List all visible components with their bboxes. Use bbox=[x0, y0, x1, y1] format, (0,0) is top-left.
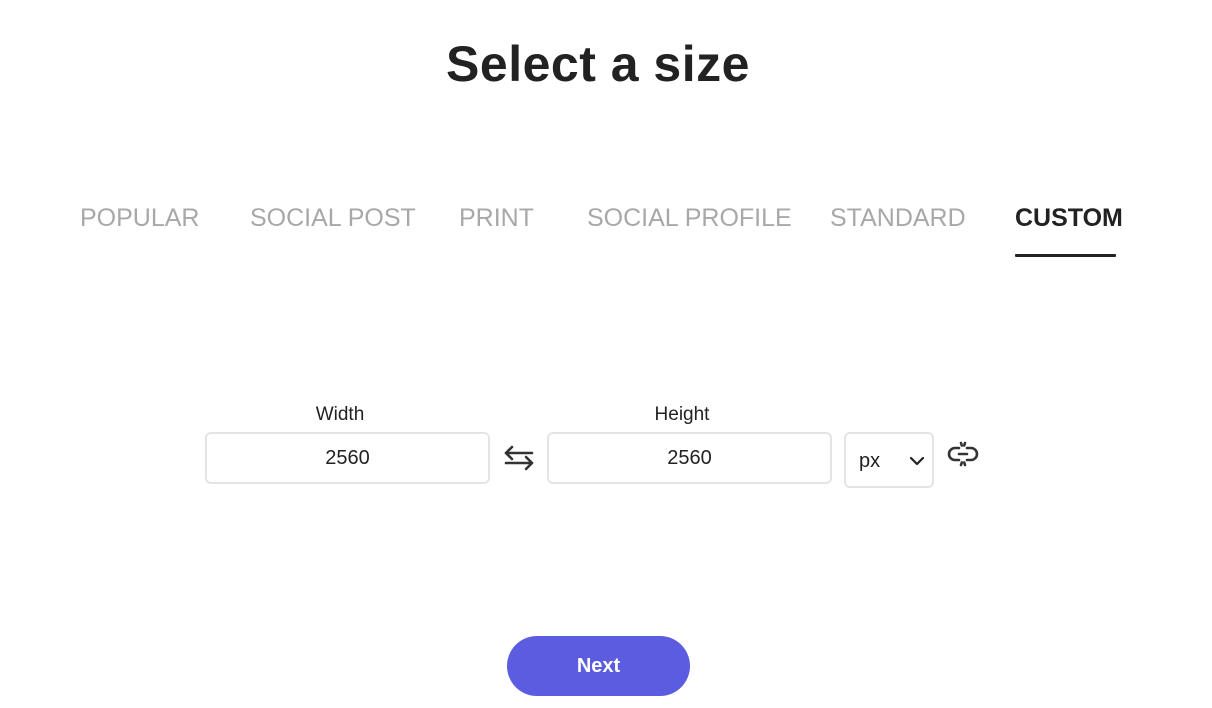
page-title: Select a size bbox=[446, 36, 750, 92]
tab-popular[interactable]: POPULAR bbox=[80, 200, 199, 236]
select-size-page: Select a size POPULAR SOCIAL POST PRINT … bbox=[0, 0, 1212, 708]
tab-social-profile[interactable]: SOCIAL PROFILE bbox=[587, 200, 792, 236]
unit-dropdown[interactable]: px bbox=[844, 432, 934, 488]
height-label: Height bbox=[654, 404, 710, 425]
tab-custom[interactable]: CUSTOM bbox=[1015, 200, 1123, 236]
chevron-down-icon bbox=[909, 456, 925, 466]
next-button[interactable]: Next bbox=[507, 636, 690, 696]
tab-social-post[interactable]: SOCIAL POST bbox=[250, 200, 416, 236]
active-tab-indicator bbox=[1015, 254, 1116, 257]
size-category-tabs: POPULAR SOCIAL POST PRINT SOCIAL PROFILE… bbox=[0, 200, 1212, 260]
height-field-container bbox=[547, 432, 832, 484]
width-input[interactable] bbox=[207, 434, 488, 482]
tab-standard[interactable]: STANDARD bbox=[830, 200, 966, 236]
width-label: Width bbox=[315, 404, 365, 425]
swap-arrows-icon[interactable] bbox=[501, 440, 537, 476]
tab-print[interactable]: PRINT bbox=[459, 200, 534, 236]
height-input[interactable] bbox=[549, 434, 830, 482]
unit-selected-value: px bbox=[859, 450, 881, 472]
unlink-chain-icon[interactable] bbox=[946, 439, 980, 473]
width-field-container bbox=[205, 432, 490, 484]
